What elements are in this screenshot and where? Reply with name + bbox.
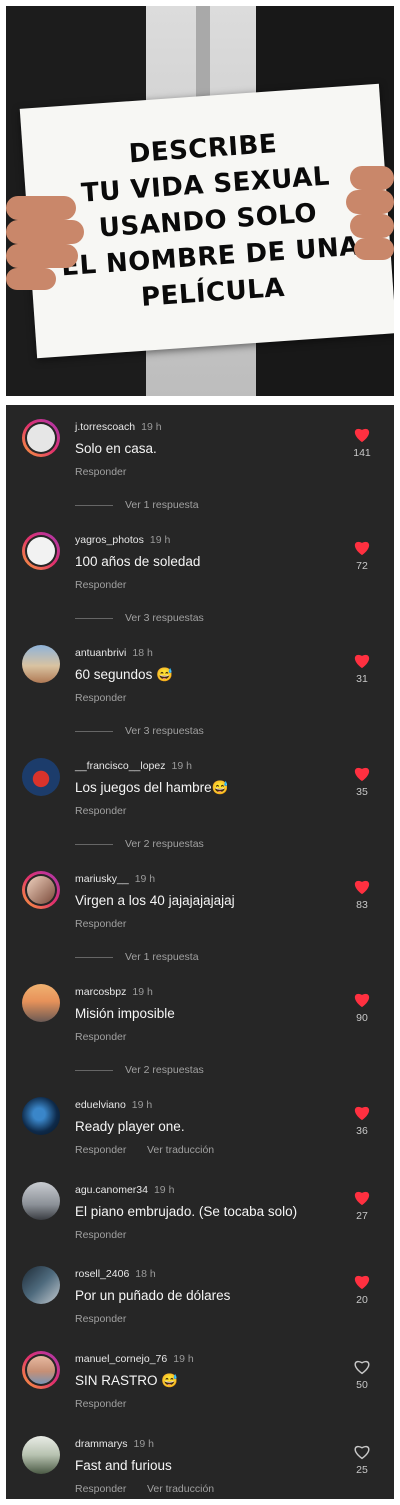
- avatar[interactable]: [22, 758, 60, 796]
- comment-text: El piano embrujado. (Se tocaba solo): [75, 1204, 298, 1219]
- avatar[interactable]: [22, 1266, 60, 1304]
- reply-button[interactable]: Responder: [75, 692, 126, 704]
- comment-time: 19 h: [134, 873, 156, 885]
- right-hand-finger: [346, 190, 394, 214]
- translate-button[interactable]: Ver traducción: [147, 1144, 214, 1156]
- comment-text: SIN RASTRO 😅: [75, 1373, 179, 1388]
- avatar[interactable]: [22, 1097, 60, 1135]
- avatar[interactable]: [22, 1436, 60, 1474]
- view-replies-button[interactable]: Ver 1 respuesta: [75, 951, 199, 963]
- comment-time: 19 h: [131, 1099, 153, 1111]
- comment-text: Fast and furious: [75, 1458, 172, 1473]
- comment-time: 19 h: [173, 1353, 194, 1365]
- comment-username[interactable]: yagros_photos: [75, 534, 144, 546]
- avatar[interactable]: [22, 1351, 60, 1389]
- heart-icon[interactable]: [352, 1103, 372, 1121]
- comments-panel: j.torrescoach 19 h Solo en casa. Responde…: [6, 405, 394, 1499]
- translate-button[interactable]: Ver traducción: [147, 1483, 214, 1495]
- reply-button[interactable]: Responder: [75, 918, 126, 930]
- comment-text: 100 años de soledad: [75, 554, 201, 569]
- reply-button[interactable]: Responder: [75, 1229, 126, 1241]
- comment-time: 19 h: [149, 534, 171, 546]
- heart-outline-icon[interactable]: [352, 1357, 372, 1375]
- view-replies-button[interactable]: Ver 3 respuestas: [75, 725, 204, 737]
- like-count: 27: [356, 1210, 368, 1222]
- view-replies-button[interactable]: Ver 1 respuesta: [75, 499, 199, 511]
- like-count: 35: [356, 786, 368, 798]
- like-count: 20: [356, 1294, 368, 1306]
- like-count: 141: [353, 447, 371, 459]
- comment-time: 19 h: [133, 1438, 154, 1450]
- like-count: 90: [356, 1012, 368, 1024]
- heart-outline-icon[interactable]: [352, 1442, 372, 1460]
- comment-time: 19 h: [171, 760, 192, 772]
- heart-icon[interactable]: [352, 990, 372, 1008]
- comment-time: 18 h: [132, 647, 153, 659]
- reply-button[interactable]: Responder: [75, 1483, 126, 1495]
- collar-shadow: [196, 6, 210, 106]
- comment-text: Solo en casa.: [75, 441, 157, 456]
- like-count: 83: [356, 899, 368, 911]
- avatar[interactable]: [22, 871, 60, 909]
- meme-image: DESCRIBE TU VIDA SEXUAL USANDO SOLO EL N…: [6, 6, 394, 396]
- heart-icon[interactable]: [352, 1272, 372, 1290]
- like-count: 31: [356, 673, 368, 685]
- comment-username[interactable]: manuel_cornejo_76: [75, 1353, 167, 1365]
- comment-username[interactable]: j.torrescoach: [75, 421, 135, 433]
- like-count: 25: [356, 1464, 368, 1476]
- right-hand-finger: [350, 214, 394, 238]
- right-hand-finger: [350, 166, 394, 190]
- comment-text: 60 segundos 😅: [75, 667, 173, 682]
- avatar[interactable]: [22, 984, 60, 1022]
- view-replies-button[interactable]: Ver 2 respuestas: [75, 838, 204, 850]
- like-count: 36: [356, 1125, 368, 1137]
- reply-button[interactable]: Responder: [75, 805, 126, 817]
- view-replies-button[interactable]: Ver 2 respuestas: [75, 1064, 204, 1076]
- left-hand-finger: [6, 244, 78, 268]
- comment-text: Por un puñado de dólares: [75, 1288, 231, 1303]
- reply-button[interactable]: Responder: [75, 1144, 126, 1156]
- comment-username[interactable]: eduelviano: [75, 1099, 126, 1111]
- comment-time: 19 h: [141, 421, 162, 433]
- comment-username[interactable]: antuanbrivi: [75, 647, 126, 659]
- right-hand-finger: [354, 238, 394, 260]
- avatar[interactable]: [22, 532, 60, 570]
- comment-username[interactable]: agu.canomer34: [75, 1184, 148, 1196]
- like-count: 72: [356, 560, 368, 572]
- comment-text: Los juegos del hambre😅: [75, 780, 229, 795]
- reply-button[interactable]: Responder: [75, 466, 126, 478]
- reply-button[interactable]: Responder: [75, 1031, 126, 1043]
- like-count: 50: [356, 1379, 368, 1391]
- avatar[interactable]: [22, 645, 60, 683]
- comment-username[interactable]: marcosbpz: [75, 986, 126, 998]
- heart-icon[interactable]: [352, 764, 372, 782]
- comment-username[interactable]: drammarys: [75, 1438, 128, 1450]
- reply-button[interactable]: Responder: [75, 1313, 126, 1325]
- left-hand-finger: [6, 268, 56, 290]
- comment-text: Misión imposible: [75, 1006, 175, 1021]
- left-hand-finger: [6, 220, 84, 244]
- avatar[interactable]: [22, 1182, 60, 1220]
- heart-icon[interactable]: [352, 538, 372, 556]
- comment-username[interactable]: rosell_2406: [75, 1268, 129, 1280]
- comment-text: Virgen a los 40 jajajajajajaj: [75, 893, 235, 908]
- heart-icon[interactable]: [352, 1188, 372, 1206]
- comment-username[interactable]: mariusky__: [75, 873, 129, 885]
- avatar[interactable]: [22, 419, 60, 457]
- reply-button[interactable]: Responder: [75, 1398, 126, 1410]
- comment-text: Ready player one.: [75, 1119, 185, 1134]
- left-hand-finger: [6, 196, 76, 220]
- comment-time: 18 h: [135, 1268, 156, 1280]
- heart-icon[interactable]: [352, 877, 372, 895]
- reply-button[interactable]: Responder: [75, 579, 126, 591]
- view-replies-button[interactable]: Ver 3 respuestas: [75, 612, 204, 624]
- comment-username[interactable]: __francisco__lopez: [75, 760, 165, 772]
- comment-time: 19 h: [132, 986, 153, 998]
- heart-icon[interactable]: [352, 425, 372, 443]
- heart-icon[interactable]: [352, 651, 372, 669]
- comment-time: 19 h: [153, 1184, 175, 1196]
